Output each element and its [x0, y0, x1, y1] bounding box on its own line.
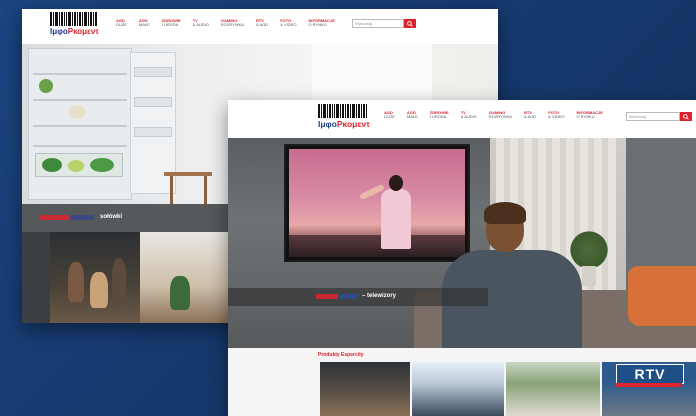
- offer-thumbnail[interactable]: [506, 362, 600, 416]
- family-photo[interactable]: [50, 232, 140, 323]
- nav-item-tv[interactable]: TV & audio: [461, 110, 477, 119]
- barcode-icon: [50, 12, 102, 26]
- nav-item-zdrowie[interactable]: Zdrowie i uroda: [430, 110, 449, 119]
- nav-item-gaming[interactable]: Gaming rozrywka: [489, 110, 512, 119]
- website-screenshot-front: ΙμφοΡκομεντ AGD duże AGD małe Zdrowie i uro…: [228, 100, 696, 416]
- logo-wordmark: ΙμφοΡκομεντ: [318, 119, 370, 129]
- search-input[interactable]: Wyszukaj: [626, 112, 680, 121]
- offer-thumbnail[interactable]: RTV: [602, 362, 696, 416]
- barcode-icon: [318, 104, 374, 118]
- site-logo[interactable]: ΙμφοΡκομεντ: [318, 104, 374, 129]
- offers-title: Produkty Expercity: [318, 352, 364, 358]
- nav-item-tv[interactable]: TV & audio: [193, 18, 209, 27]
- nav-item-foto[interactable]: Foto & video: [280, 18, 296, 27]
- rtv-badge: RTV: [616, 364, 684, 384]
- nav-item-agd-duze[interactable]: AGD duże: [384, 110, 395, 119]
- nav-item-gaming[interactable]: Gaming rozrywka: [221, 18, 244, 27]
- search-button[interactable]: [680, 112, 692, 121]
- nav-item-zdrowie[interactable]: Zdrowie i uroda: [162, 18, 181, 27]
- main-nav: AGD duże AGD małe Zdrowie i uroda TV & audio…: [116, 18, 335, 27]
- kitchen-photo[interactable]: [140, 232, 344, 323]
- nav-item-informacje[interactable]: Informacje o rynku: [308, 18, 334, 27]
- hero-caption: – telewizory: [362, 293, 397, 299]
- hero-caption-bar: – telewizory: [228, 288, 488, 306]
- hero-image-tv[interactable]: – telewizory: [228, 138, 696, 348]
- offer-thumbnail[interactable]: [320, 362, 410, 416]
- offers-section: Produkty Expercity RTV: [228, 348, 696, 416]
- site-header: ΙμφοΡκομεντ AGD duże AGD małe Zdrowie i uro…: [22, 9, 498, 45]
- nav-item-agd-duze[interactable]: AGD duże: [116, 18, 127, 27]
- search-input[interactable]: Wyszukaj: [352, 19, 404, 28]
- main-nav: AGD duże AGD małe Zdrowie i uroda TV & audio…: [384, 110, 603, 119]
- nav-item-agd-male[interactable]: AGD małe: [139, 18, 150, 27]
- search-icon: [683, 113, 689, 120]
- nav-item-rtv[interactable]: RTV & AGD: [256, 18, 268, 27]
- search-button[interactable]: [404, 19, 416, 28]
- offer-thumbnail[interactable]: [412, 362, 504, 416]
- search-bar: Wyszukaj: [626, 112, 692, 121]
- site-logo[interactable]: ΙμφοΡκομεντ: [50, 12, 102, 36]
- nav-item-rtv[interactable]: RTV & AGD: [524, 110, 536, 119]
- tv-image: [284, 144, 470, 262]
- nav-item-agd-male[interactable]: AGD małe: [407, 110, 418, 119]
- nav-item-foto[interactable]: Foto & video: [548, 110, 564, 119]
- logo-wordmark: ΙμφοΡκομεντ: [50, 27, 99, 36]
- search-bar: Wyszukaj: [352, 19, 416, 28]
- site-header: ΙμφοΡκομεντ AGD duże AGD małe Zdrowie i uro…: [228, 100, 696, 139]
- search-icon: [407, 20, 413, 27]
- nav-item-informacje[interactable]: Informacje o rynku: [576, 110, 602, 119]
- fridge-image: [28, 48, 132, 200]
- banner-label: sołówki: [100, 214, 123, 220]
